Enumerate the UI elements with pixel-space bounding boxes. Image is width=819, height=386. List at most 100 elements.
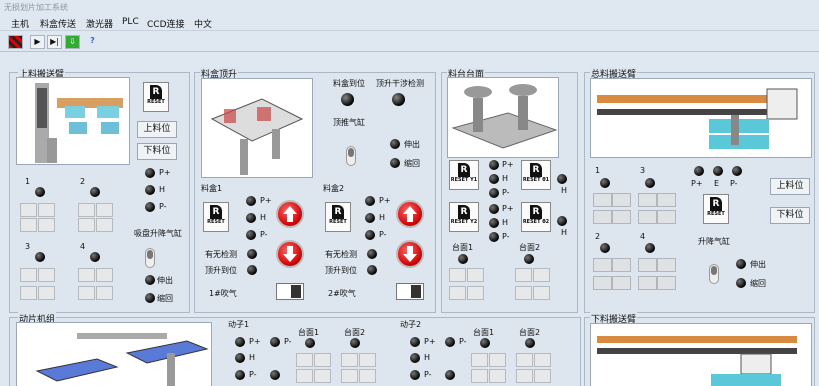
menu-item-laser[interactable]: 激光器 <box>86 17 113 30</box>
suction-cylinder-toggle[interactable] <box>145 248 155 268</box>
box-in-position-indicator <box>341 93 354 106</box>
main-arm-pos4-btn-c[interactable] <box>638 276 657 290</box>
main-arm-pos2-btn-c[interactable] <box>593 276 612 290</box>
main-arm-pos3-btn-d[interactable] <box>657 210 676 224</box>
main-arm-pos2-btn-a[interactable] <box>593 258 612 272</box>
chip-motor1-table1-btn-c[interactable] <box>296 369 313 383</box>
chip-motor2-table2-btn-c[interactable] <box>516 369 533 383</box>
upper-arm-pos3-btn-a[interactable] <box>20 268 37 282</box>
worktable-table2-btn-d[interactable] <box>533 286 550 300</box>
suction-retract-indicator <box>145 293 155 303</box>
upper-arm-pos4-btn-b[interactable] <box>96 268 113 282</box>
chip-motor1-table2-btn-c[interactable] <box>341 369 358 383</box>
upper-arm-pos1-btn-a[interactable] <box>20 203 37 217</box>
reset-theta2-button[interactable]: R RESET θ2 <box>521 202 551 232</box>
box2-lifted-label: 顶升到位 <box>325 266 357 275</box>
upper-arm-pos3-btn-b[interactable] <box>38 268 55 282</box>
box2-up-arrow-button[interactable] <box>396 200 424 228</box>
upper-arm-pos4-btn-c[interactable] <box>78 286 95 300</box>
upper-arm-pos2-btn-d[interactable] <box>96 218 113 232</box>
air-blow-1-switch[interactable] <box>276 283 304 300</box>
chip-motor2-table2-btn-d[interactable] <box>534 369 551 383</box>
play-icon[interactable]: ▶ <box>30 35 45 49</box>
box1-down-arrow-button[interactable] <box>276 240 304 268</box>
chip-motor1-table2-btn-d[interactable] <box>359 369 376 383</box>
air-blow-2-switch[interactable] <box>396 283 424 300</box>
chip-motor1-table1-btn-a[interactable] <box>296 353 313 367</box>
box2-down-arrow-button[interactable] <box>396 240 424 268</box>
menu-item-plc[interactable]: PLC <box>122 17 139 27</box>
box1-reset-button[interactable]: R RESET <box>203 202 229 232</box>
main-arm-pos2-btn-d[interactable] <box>612 276 631 290</box>
upper-arm-load-position-button[interactable]: 上料位 <box>137 121 177 138</box>
push-cylinder-toggle[interactable] <box>346 146 356 166</box>
main-arm-pos1-btn-d[interactable] <box>612 210 631 224</box>
main-arm-pos3-btn-a[interactable] <box>638 193 657 207</box>
chip-motor2-table1-btn-b[interactable] <box>489 353 506 367</box>
step-icon[interactable]: ▶| <box>47 35 62 49</box>
menu-item-language[interactable]: 中文 <box>194 17 212 30</box>
main-arm-pos1-btn-b[interactable] <box>612 193 631 207</box>
suction-extend-label: 伸出 <box>157 276 173 285</box>
main-arm-unload-position-button[interactable]: 下料位 <box>770 207 810 224</box>
upper-arm-reset-button[interactable]: R RESET <box>143 82 169 112</box>
chip-motor1-table1-btn-d[interactable] <box>314 369 331 383</box>
upper-arm-pos1-btn-c[interactable] <box>20 218 37 232</box>
main-arm-pos3-btn-b[interactable] <box>657 193 676 207</box>
worktable-table2-btn-c[interactable] <box>515 286 532 300</box>
stop-icon[interactable] <box>8 35 23 49</box>
main-arm-pos1-btn-a[interactable] <box>593 193 612 207</box>
main-arm-pos4-btn-b[interactable] <box>657 258 676 272</box>
worktable-table1-btn-b[interactable] <box>467 268 484 282</box>
menu-item-ccd[interactable]: CCD连接 <box>147 17 185 30</box>
upper-arm-pos4-btn-a[interactable] <box>78 268 95 282</box>
box2-p-plus-indicator <box>365 196 375 206</box>
upper-arm-pos1-btn-d[interactable] <box>38 218 55 232</box>
main-arm-pos3-btn-c[interactable] <box>638 210 657 224</box>
lift-cylinder-toggle[interactable] <box>709 264 719 284</box>
box1-label: 料盒1 <box>201 184 223 193</box>
upper-arm-pos2-btn-a[interactable] <box>78 203 95 217</box>
upper-arm-pos1-btn-b[interactable] <box>38 203 55 217</box>
chip-motor1-table1-btn-b[interactable] <box>314 353 331 367</box>
chip-motor2-table2-btn-a[interactable] <box>516 353 533 367</box>
save-icon[interactable]: ⇩ <box>65 35 80 49</box>
main-arm-pos4-btn-a[interactable] <box>638 258 657 272</box>
main-arm-pos2-btn-b[interactable] <box>612 258 631 272</box>
lower-arm-image <box>590 323 812 386</box>
worktable-table2-btn-b[interactable] <box>533 268 550 282</box>
upper-arm-pos2-btn-b[interactable] <box>96 203 113 217</box>
chip-motor2-table1-btn-c[interactable] <box>471 369 488 383</box>
worktable-table1-btn-c[interactable] <box>449 286 466 300</box>
chip-motor2-table2-btn-b[interactable] <box>534 353 551 367</box>
table-theta2-h-label: H <box>561 228 568 237</box>
chip-motor1-table2-btn-a[interactable] <box>341 353 358 367</box>
main-arm-pos4-btn-d[interactable] <box>657 276 676 290</box>
chip-motor2-p-plus-label: P+ <box>424 337 436 346</box>
upper-arm-pos2-btn-c[interactable] <box>78 218 95 232</box>
chip-motor2-table1-btn-a[interactable] <box>471 353 488 367</box>
box2-reset-button[interactable]: R RESET <box>325 202 351 232</box>
chip-motor2-table1-btn-d[interactable] <box>489 369 506 383</box>
help-icon[interactable]: ? <box>85 35 100 49</box>
upper-arm-unload-position-button[interactable]: 下料位 <box>137 143 177 160</box>
upper-arm-pos4-btn-d[interactable] <box>96 286 113 300</box>
box2-label: 料盒2 <box>323 184 345 193</box>
chip-motor1-table2-btn-b[interactable] <box>359 353 376 367</box>
menu-item-box-transfer[interactable]: 料盒传送 <box>40 17 76 30</box>
menu-item-host[interactable]: 主机 <box>11 17 29 30</box>
reset-theta1-button[interactable]: R RESET θ1 <box>521 160 551 190</box>
box1-up-arrow-button[interactable] <box>276 200 304 228</box>
main-arm-reset-button[interactable]: R RESET <box>703 194 729 224</box>
main-arm-p-plus-indicator <box>694 166 704 176</box>
worktable-table2-btn-a[interactable] <box>515 268 532 282</box>
box2-p-plus-label: P+ <box>379 196 391 205</box>
worktable-table1-btn-d[interactable] <box>467 286 484 300</box>
upper-arm-pos3-btn-d[interactable] <box>38 286 55 300</box>
reset-y2-button[interactable]: R RESET Y2 <box>449 202 479 232</box>
main-arm-pos1-btn-c[interactable] <box>593 210 612 224</box>
upper-arm-pos3-btn-c[interactable] <box>20 286 37 300</box>
main-arm-load-position-button[interactable]: 上料位 <box>770 178 810 195</box>
reset-y1-button[interactable]: R RESET Y1 <box>449 160 479 190</box>
worktable-table1-btn-a[interactable] <box>449 268 466 282</box>
